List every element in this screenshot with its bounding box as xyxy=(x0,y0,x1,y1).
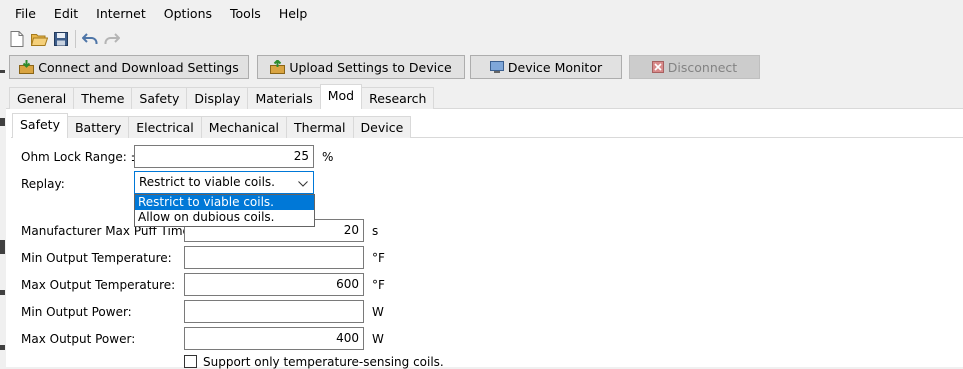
upload-settings-button[interactable]: Upload Settings to Device xyxy=(257,55,465,79)
connect-download-button[interactable]: Connect and Download Settings xyxy=(9,55,249,79)
replay-option-restrict[interactable]: Restrict to viable coils. xyxy=(135,195,314,210)
menu-options[interactable]: Options xyxy=(155,3,221,25)
min-temp-label: Min Output Temperature: xyxy=(21,251,172,265)
ohm-lock-input[interactable]: 25 xyxy=(134,145,314,168)
replay-dropdown-list: Restrict to viable coils. Allow on dubio… xyxy=(134,194,315,227)
temp-sensing-checkbox[interactable] xyxy=(184,355,197,368)
tab-general[interactable]: General xyxy=(9,87,75,109)
toolbar-separator xyxy=(75,30,76,48)
subtab-electrical[interactable]: Electrical xyxy=(128,116,202,138)
subtab-thermal[interactable]: Thermal xyxy=(286,116,354,138)
max-power-input[interactable]: 400 xyxy=(184,327,364,350)
undo-icon[interactable] xyxy=(79,28,101,50)
disconnect-label: Disconnect xyxy=(667,59,738,75)
tab-theme[interactable]: Theme xyxy=(73,87,133,109)
max-temp-unit: °F xyxy=(372,278,385,292)
tab-research[interactable]: Research xyxy=(361,87,435,109)
subtab-mechanical[interactable]: Mechanical xyxy=(200,116,288,138)
toolbar xyxy=(6,28,123,50)
tab-materials[interactable]: Materials xyxy=(247,87,321,109)
subtab-device[interactable]: Device xyxy=(352,116,412,138)
menu-file[interactable]: File xyxy=(6,3,45,25)
main-tab-strip: General Theme Safety Display Materials M… xyxy=(9,84,435,109)
min-power-input[interactable] xyxy=(184,300,364,323)
redo-icon[interactable] xyxy=(101,28,123,50)
monitor-icon xyxy=(489,61,504,73)
save-icon[interactable] xyxy=(50,28,72,50)
max-power-unit: W xyxy=(372,332,384,346)
new-file-icon[interactable] xyxy=(6,28,28,50)
tab-display[interactable]: Display xyxy=(186,87,249,109)
max-temp-label: Max Output Temperature: xyxy=(21,278,176,292)
device-monitor-button[interactable]: Device Monitor xyxy=(470,55,622,79)
tab-mod[interactable]: Mod xyxy=(319,84,363,109)
replay-option-allow[interactable]: Allow on dubious coils. xyxy=(135,210,314,225)
min-temp-unit: °F xyxy=(372,251,385,265)
max-power-label: Max Output Power: xyxy=(21,332,136,346)
menu-help[interactable]: Help xyxy=(270,3,317,25)
chevron-down-icon xyxy=(298,176,308,190)
device-monitor-label: Device Monitor xyxy=(507,59,603,75)
subtab-battery[interactable]: Battery xyxy=(66,116,130,138)
sub-tab-strip: Safety Battery Electrical Mechanical The… xyxy=(12,113,412,138)
replay-select[interactable]: Restrict to viable coils. xyxy=(134,171,314,194)
replay-label: Replay: xyxy=(21,177,65,191)
max-temp-input[interactable]: 600 xyxy=(184,273,364,296)
min-power-label: Min Output Power: xyxy=(21,305,132,319)
open-folder-icon[interactable] xyxy=(28,28,50,50)
menu-edit[interactable]: Edit xyxy=(45,3,87,25)
menu-tools[interactable]: Tools xyxy=(221,3,270,25)
disconnect-icon xyxy=(651,61,664,73)
connect-download-label: Connect and Download Settings xyxy=(38,59,239,75)
menu-internet[interactable]: Internet xyxy=(87,3,155,25)
max-puff-unit: s xyxy=(372,224,379,238)
min-power-unit: W xyxy=(372,305,384,319)
disconnect-button[interactable]: Disconnect xyxy=(629,55,760,79)
download-device-icon xyxy=(19,60,35,74)
min-temp-input[interactable] xyxy=(184,246,364,269)
subtab-safety[interactable]: Safety xyxy=(12,113,68,138)
upload-device-icon xyxy=(270,60,286,74)
tab-safety[interactable]: Safety xyxy=(131,87,188,109)
ohm-lock-unit: % xyxy=(322,150,334,164)
replay-selected-value: Restrict to viable coils. xyxy=(139,175,275,189)
upload-settings-label: Upload Settings to Device xyxy=(289,59,452,75)
ohm-lock-label: Ohm Lock Range: ± xyxy=(21,150,141,164)
menu-bar: File Edit Internet Options Tools Help xyxy=(6,3,316,25)
